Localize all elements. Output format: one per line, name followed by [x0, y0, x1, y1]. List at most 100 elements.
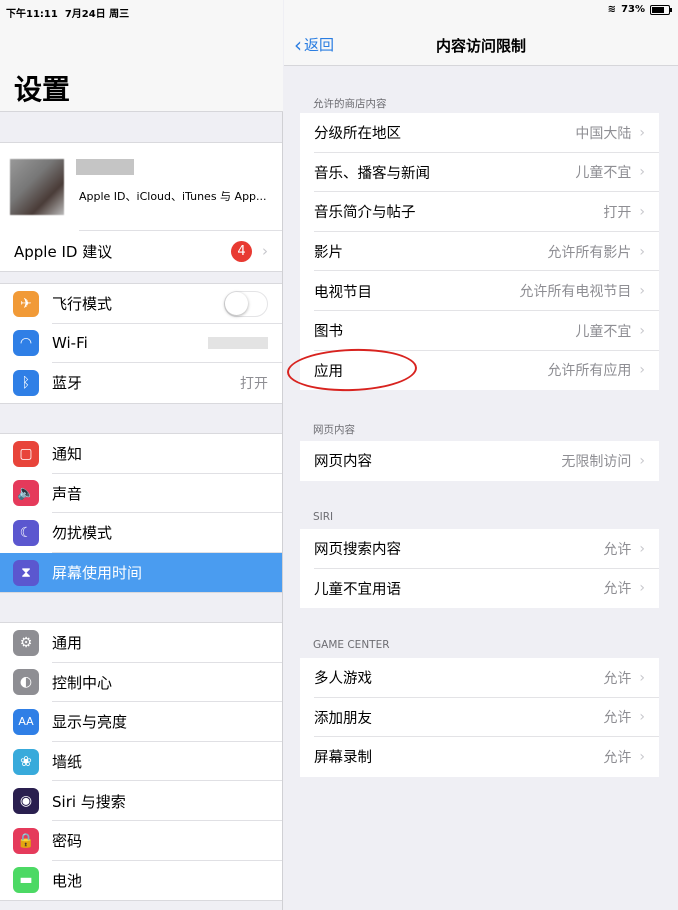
sidebar-item-value: 打开	[240, 375, 268, 392]
row-label: 网页搜索内容	[314, 542, 401, 559]
row-value: 打开	[603, 204, 632, 221]
content-restrictions-pane: ‹ 返回 内容访问限制 允许的商店内容 分级所在地区 中国大陆 › 音乐、播客与新闻 儿童…	[284, 0, 678, 910]
sidebar-item[interactable]: 🔒 密码	[0, 821, 282, 861]
notification-badge: 4	[231, 240, 252, 262]
row-label: 图书	[314, 324, 343, 341]
chevron-right-icon: ›	[639, 283, 645, 300]
apple-id-suggestion-row[interactable]: Apple ID 建议 4 ›	[0, 231, 282, 271]
chevron-right-icon: ›	[639, 669, 645, 686]
wifi-signal-icon: ≋	[607, 4, 617, 15]
restriction-row[interactable]: 音乐、播客与新闻 儿童不宜 ›	[300, 153, 659, 193]
sidebar-item-label: 墙纸	[52, 753, 83, 772]
row-value: 儿童不宜	[575, 323, 632, 340]
sidebar-item-label: 显示与亮度	[52, 713, 128, 732]
notifications-group: ▢ 通知 🔈 声音 ☾ 勿扰模式 ⧗ 屏幕使用时间	[0, 433, 282, 594]
restriction-row[interactable]: 屏幕录制 允许 ›	[300, 737, 659, 777]
restriction-row[interactable]: 音乐简介与帖子 打开 ›	[300, 192, 659, 232]
sidebar-item[interactable]: ᛒ 蓝牙 打开	[0, 363, 282, 403]
row-value: 允许	[603, 581, 632, 598]
restriction-row[interactable]: 网页搜索内容 允许 ›	[300, 529, 659, 569]
sidebar-item-label: 通知	[52, 445, 83, 464]
restriction-row[interactable]: 网页内容 无限制访问 ›	[300, 441, 659, 481]
sidebar-item[interactable]: 🔈 声音	[0, 474, 282, 514]
row-label: 音乐、播客与新闻	[314, 165, 430, 182]
settings-group: 分级所在地区 中国大陆 › 音乐、播客与新闻 儿童不宜 › 音乐简介与帖子 打开 › 影片 允许所有…	[300, 113, 659, 391]
restriction-row[interactable]: 儿童不宜用语 允许 ›	[300, 569, 659, 609]
row-value: 中国大陆	[575, 125, 632, 142]
battery-icon: ▬	[13, 867, 39, 894]
sidebar-item[interactable]: ⚙ 通用	[0, 623, 282, 663]
chevron-right-icon: ›	[639, 243, 645, 260]
sidebar-item[interactable]: ✈ 飞行模式	[0, 284, 282, 324]
battery-icon	[650, 4, 672, 15]
row-label: 网页内容	[314, 454, 372, 471]
sidebar-item-label: 勿扰模式	[52, 524, 113, 543]
toggle-knob	[225, 291, 248, 315]
restriction-row[interactable]: 电视节目 允许所有电视节目 ›	[300, 271, 659, 311]
sidebar-item[interactable]: ◐ 控制中心	[0, 663, 282, 703]
row-label: 添加朋友	[314, 710, 372, 727]
sidebar-item[interactable]: ⧗ 屏幕使用时间	[0, 552, 282, 593]
chevron-right-icon: ›	[639, 452, 645, 469]
general-group: ⚙ 通用 ◐ 控制中心 AA 显示与亮度 ❀ 墙纸 ◉ Siri 与搜索 🔒 密码 ▬ 电池	[0, 622, 282, 902]
sidebar-item[interactable]: ❀ 墙纸	[0, 742, 282, 782]
sidebar-item-label: 电池	[52, 871, 83, 890]
siri-icon: ◉	[13, 788, 39, 815]
control-center-icon: ◐	[13, 669, 39, 696]
chevron-right-icon: ›	[639, 580, 645, 597]
row-value: 允许	[603, 670, 632, 687]
row-label: 儿童不宜用语	[314, 581, 401, 598]
settings-group: 网页内容 无限制访问 ›	[300, 441, 659, 481]
restriction-row[interactable]: 影片 允许所有影片 ›	[300, 232, 659, 272]
avatar	[10, 159, 64, 215]
restriction-row[interactable]: 应用 允许所有应用 ›	[300, 351, 659, 391]
sidebar-item-label: 蓝牙	[52, 374, 83, 393]
row-label: 电视节目	[314, 284, 372, 301]
sidebar-item[interactable]: AA 显示与亮度	[0, 702, 282, 742]
row-label: 影片	[314, 245, 343, 262]
chevron-right-icon: ›	[639, 124, 645, 141]
sidebar-item-label: Siri 与搜索	[52, 792, 126, 811]
section-header: 允许的商店内容	[313, 98, 387, 110]
sidebar-item[interactable]: ▬ 电池	[0, 861, 282, 901]
airplane-mode-toggle[interactable]	[224, 290, 268, 317]
chevron-right-icon: ›	[639, 164, 645, 181]
wallpaper-icon: ❀	[13, 748, 39, 775]
sidebar-item-label: 飞行模式	[52, 295, 113, 314]
row-value: 允许所有应用	[547, 363, 632, 380]
apple-id-suggestion-label: Apple ID 建议	[14, 242, 113, 261]
ipad-settings-screen: 设置 Apple ID、iCloud、iTunes 与 App... Apple…	[0, 0, 678, 910]
profile-subtitle: Apple ID、iCloud、iTunes 与 App...	[79, 190, 267, 203]
wifi-icon: ◠	[13, 330, 39, 357]
sidebar-item[interactable]: ☾ 勿扰模式	[0, 513, 282, 553]
sidebar-item-label: 控制中心	[52, 673, 113, 692]
restriction-row[interactable]: 图书 儿童不宜 ›	[300, 311, 659, 351]
restriction-row[interactable]: 添加朋友 允许 ›	[300, 698, 659, 738]
connectivity-group: ✈ 飞行模式 ◠ Wi-Fi ᛒ 蓝牙 打开	[0, 283, 282, 404]
apple-id-profile[interactable]: Apple ID、iCloud、iTunes 与 App...	[0, 143, 282, 231]
sidebar-item[interactable]: ▢ 通知	[0, 434, 282, 474]
settings-group: 多人游戏 允许 › 添加朋友 允许 › 屏幕录制 允许 ›	[300, 658, 659, 777]
bluetooth-icon: ᛒ	[13, 369, 39, 396]
chevron-right-icon: ›	[639, 203, 645, 220]
lock-icon: 🔒	[13, 827, 39, 854]
row-value: 允许	[603, 710, 632, 727]
chevron-right-icon: ›	[639, 540, 645, 557]
sidebar-item-label: 屏幕使用时间	[52, 564, 143, 583]
restriction-row[interactable]: 分级所在地区 中国大陆 ›	[300, 113, 659, 153]
row-value: 允许	[603, 541, 632, 558]
row-value: 允许所有电视节目	[519, 284, 632, 301]
status-time: 下午11:11	[6, 9, 58, 20]
sounds-icon: 🔈	[13, 480, 39, 507]
restriction-row[interactable]: 多人游戏 允许 ›	[300, 658, 659, 698]
sidebar-item[interactable]: ◠ Wi-Fi	[0, 324, 282, 364]
sidebar-item-label: 密码	[52, 832, 83, 851]
row-label: 屏幕录制	[314, 750, 372, 767]
chevron-right-icon: ›	[639, 322, 645, 339]
settings-group: 网页搜索内容 允许 › 儿童不宜用语 允许 ›	[300, 529, 659, 609]
chevron-right-icon: ›	[262, 242, 268, 260]
row-value: 允许	[603, 749, 632, 766]
sidebar-item[interactable]: ◉ Siri 与搜索	[0, 781, 282, 821]
settings-sidebar: 设置 Apple ID、iCloud、iTunes 与 App... Apple…	[0, 0, 283, 910]
chevron-right-icon: ›	[639, 748, 645, 765]
